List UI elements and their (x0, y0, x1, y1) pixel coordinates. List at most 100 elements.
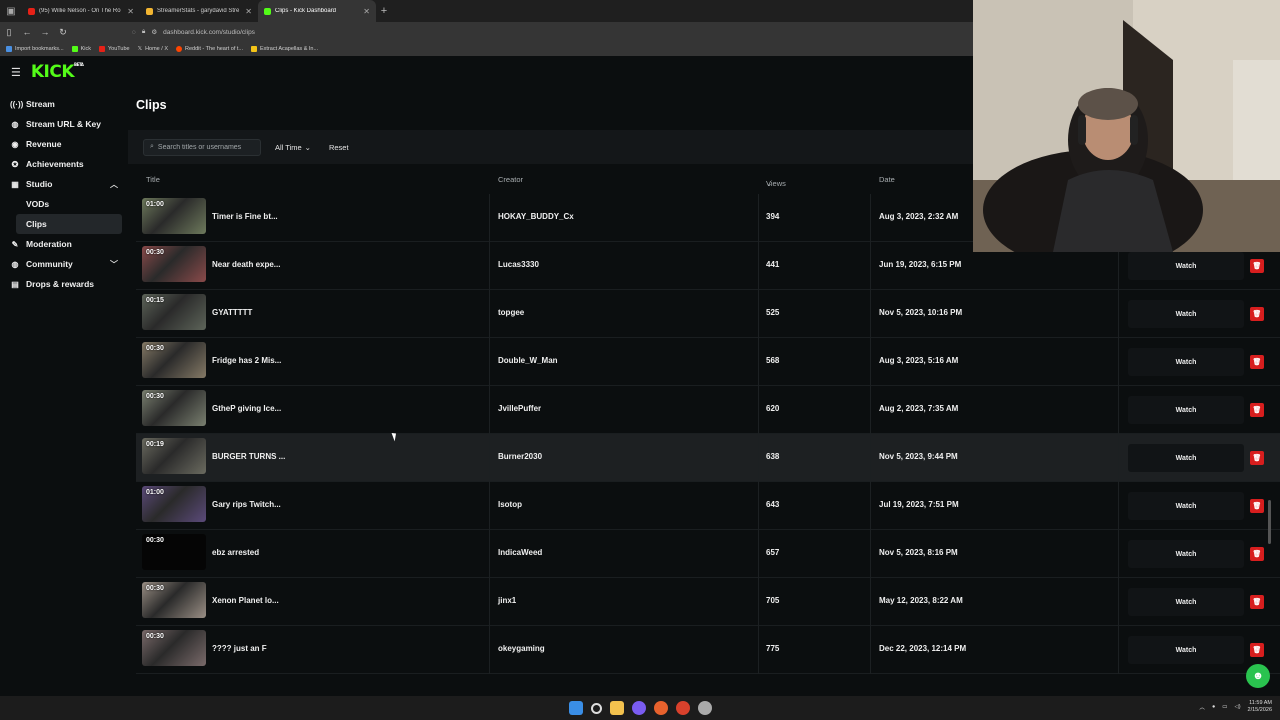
clip-creator[interactable]: topgee (498, 308, 524, 317)
clip-creator[interactable]: Lucas3330 (498, 260, 539, 269)
clip-thumbnail[interactable]: 00:30 (142, 630, 206, 666)
volume-icon[interactable]: ◁) (1234, 704, 1240, 710)
table-row[interactable]: 01:00 Gary rips Twitch... Isotop 643 Jul… (136, 482, 1280, 530)
clip-title[interactable]: Fridge has 2 Mis... (212, 356, 281, 365)
delete-button[interactable]: 🗑︎ (1250, 595, 1264, 609)
clip-thumbnail[interactable]: 00:30 (142, 342, 206, 378)
clip-thumbnail[interactable]: 00:30 (142, 246, 206, 282)
clip-creator[interactable]: Isotop (498, 500, 522, 509)
scrollbar[interactable] (1268, 500, 1271, 544)
close-tab-icon[interactable]: ✕ (127, 7, 134, 16)
browser-icon[interactable] (653, 701, 668, 715)
clip-thumbnail[interactable]: 00:30 (142, 582, 206, 618)
clip-title[interactable]: GYATTTTT (212, 308, 252, 317)
delete-button[interactable]: 🗑︎ (1250, 547, 1264, 561)
settings-gear-icon[interactable] (697, 701, 712, 715)
delete-button[interactable]: 🗑︎ (1250, 259, 1264, 273)
microphone-icon[interactable]: ● (1212, 704, 1215, 710)
clip-creator[interactable]: Double_W_Man (498, 356, 558, 365)
table-row[interactable]: 00:19 BURGER TURNS ... Burner2030 638 No… (136, 434, 1280, 482)
reset-button[interactable]: Reset (325, 140, 353, 155)
table-row[interactable]: 00:30 GtheP giving Ice... JvillePuffer 6… (136, 386, 1280, 434)
new-tab-plus-icon[interactable]: + (376, 5, 392, 17)
browser-tab-youtube[interactable]: (95) Willie Nelson - On The Ro ✕ (22, 0, 140, 22)
column-header-creator[interactable]: Creator (498, 175, 523, 184)
clip-creator[interactable]: Burner2030 (498, 452, 542, 461)
close-tab-icon[interactable]: ✕ (245, 7, 252, 16)
close-tab-icon[interactable]: ✕ (363, 7, 370, 16)
clip-title[interactable]: Gary rips Twitch... (212, 500, 281, 509)
watch-button[interactable]: Watch (1128, 444, 1244, 472)
bookmark-x[interactable]: 𝕏 Home / X (138, 46, 168, 52)
tab-menu-icon[interactable]: ▣ (0, 0, 22, 22)
forward-arrow-icon[interactable]: → (36, 27, 54, 37)
delete-button[interactable]: 🗑︎ (1250, 355, 1264, 369)
clip-creator[interactable]: HOKAY_BUDDY_Cx (498, 212, 574, 221)
bookmark-import[interactable]: Import bookmarks... (6, 46, 64, 52)
clock[interactable]: 11:59 AM 2/15/2026 (1248, 700, 1272, 714)
network-icon[interactable]: ▭ (1222, 704, 1227, 710)
clip-title[interactable]: Xenon Planet lo... (212, 596, 279, 605)
clip-thumbnail[interactable]: 00:30 (142, 390, 206, 426)
table-row[interactable]: 00:30 Fridge has 2 Mis... Double_W_Man 5… (136, 338, 1280, 386)
clip-title[interactable]: GtheP giving Ice... (212, 404, 281, 413)
clip-creator[interactable]: IndicaWeed (498, 548, 542, 557)
sidebar-item-achievements[interactable]: ✪ Achievements (0, 154, 128, 174)
watch-button[interactable]: Watch (1128, 348, 1244, 376)
clip-title[interactable]: ???? just an F (212, 644, 267, 653)
delete-button[interactable]: 🗑︎ (1250, 451, 1264, 465)
table-row[interactable]: 00:30 ???? just an F okeygaming 775 Dec … (136, 626, 1280, 674)
sidebar-item-clips[interactable]: Clips (16, 214, 122, 234)
clip-title[interactable]: Timer is Fine bt... (212, 212, 278, 221)
table-row[interactable]: 00:15 GYATTTTT topgee 525 Nov 5, 2023, 1… (136, 290, 1280, 338)
clip-title[interactable]: Near death expe... (212, 260, 280, 269)
clip-title[interactable]: ebz arrested (212, 548, 259, 557)
watch-button[interactable]: Watch (1128, 588, 1244, 616)
windows-start-icon[interactable] (568, 701, 583, 715)
clip-thumbnail[interactable]: 01:00 (142, 486, 206, 522)
sidebar-item-vods[interactable]: VODs (0, 194, 128, 214)
clip-thumbnail[interactable]: 00:30 (142, 534, 206, 570)
discord-icon[interactable] (631, 701, 646, 715)
sidebar-toggle-icon[interactable]: ▯ (0, 27, 18, 38)
browser-tab-kick[interactable]: Clips - Kick Dashboard ✕ (258, 0, 376, 22)
watch-button[interactable]: Watch (1128, 396, 1244, 424)
column-header-date[interactable]: Date (879, 175, 895, 184)
clip-title[interactable]: BURGER TURNS ... (212, 452, 285, 461)
sidebar-item-stream[interactable]: ((·)) Stream (0, 94, 128, 114)
sidebar-item-revenue[interactable]: ◉ Revenue (0, 134, 128, 154)
bookmark-youtube[interactable]: YouTube (99, 46, 130, 52)
sidebar-item-stream-url-key[interactable]: ◍ Stream URL & Key (0, 114, 128, 134)
sidebar-item-moderation[interactable]: ✎ Moderation (0, 234, 128, 254)
delete-button[interactable]: 🗑︎ (1250, 307, 1264, 321)
table-row[interactable]: 00:30 Xenon Planet lo... jinx1 705 May 1… (136, 578, 1280, 626)
table-row[interactable]: 00:30 ebz arrested IndicaWeed 657 Nov 5,… (136, 530, 1280, 578)
bookmark-reddit[interactable]: Reddit - The heart of t... (176, 46, 243, 52)
watch-button[interactable]: Watch (1128, 492, 1244, 520)
watch-button[interactable]: Watch (1128, 636, 1244, 664)
search-box[interactable]: ⌕ (143, 138, 261, 156)
bookmark-acapellas[interactable]: Extract Acapellas & In... (250, 46, 318, 52)
help-chat-button[interactable]: ☻ (1246, 664, 1270, 688)
clip-creator[interactable]: jinx1 (498, 596, 516, 605)
kick-logo[interactable]: KICKBETA (31, 62, 84, 82)
delete-button[interactable]: 🗑︎ (1250, 499, 1264, 513)
address-bar[interactable]: ◌ 🔒︎ ⚙︎ dashboard.kick.com/studio/clips (132, 24, 342, 40)
clip-thumbnail[interactable]: 00:15 (142, 294, 206, 330)
delete-button[interactable]: 🗑︎ (1250, 403, 1264, 417)
delete-button[interactable]: 🗑︎ (1250, 643, 1264, 657)
clip-thumbnail[interactable]: 01:00 (142, 198, 206, 234)
sidebar-item-community[interactable]: ◍ Community ﹀ (0, 254, 128, 274)
watch-button[interactable]: Watch (1128, 540, 1244, 568)
back-arrow-icon[interactable]: ← (18, 27, 36, 37)
search-icon[interactable] (590, 702, 602, 714)
sidebar-item-studio[interactable]: ▦ Studio ︿ (0, 174, 128, 194)
sidebar-item-drops-rewards[interactable]: ▤ Drops & rewards (0, 274, 128, 294)
clip-creator[interactable]: okeygaming (498, 644, 545, 653)
watch-button[interactable]: Watch (1128, 300, 1244, 328)
clip-creator[interactable]: JvillePuffer (498, 404, 541, 413)
chrome-icon[interactable] (675, 701, 690, 715)
reload-icon[interactable]: ↻ (54, 27, 72, 38)
time-filter-dropdown[interactable]: All Time ⌄ (271, 140, 315, 155)
clip-thumbnail[interactable]: 00:19 (142, 438, 206, 474)
